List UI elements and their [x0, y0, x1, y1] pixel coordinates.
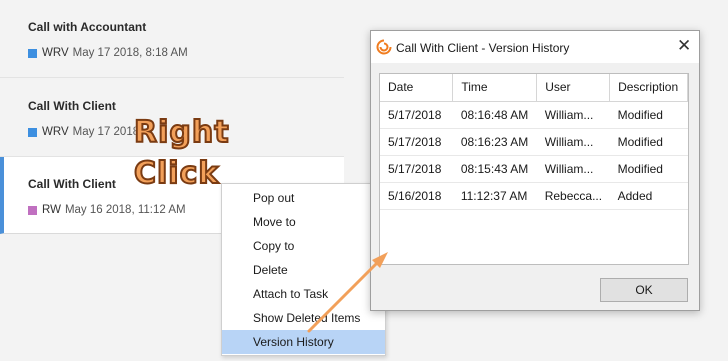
item-meta: WRV May 17 2018,: [28, 126, 142, 138]
cell-time: 11:12:37 AM: [452, 182, 537, 210]
item-title: Call with Accountant: [28, 20, 147, 34]
table-row[interactable]: 5/17/2018 08:15:43 AM William... Modifie…: [380, 155, 688, 183]
column-header-description[interactable]: Description: [609, 74, 688, 102]
item-meta: RW May 16 2018, 11:12 AM: [28, 204, 186, 216]
annotation-click: Click: [133, 155, 220, 192]
cell-description: Modified: [609, 155, 688, 183]
menu-item-copy-to[interactable]: Copy to: [222, 234, 385, 258]
menu-item-show-deleted-items[interactable]: Show Deleted Items: [222, 306, 385, 330]
item-date: May 17 2018,: [72, 126, 143, 138]
cell-description: Added: [609, 182, 688, 210]
cell-date: 5/17/2018: [380, 101, 453, 129]
column-header-user[interactable]: User: [536, 74, 611, 102]
ok-button[interactable]: OK: [600, 278, 688, 302]
item-initials: WRV: [42, 126, 69, 138]
menu-item-version-history[interactable]: Version History: [222, 330, 385, 354]
category-color-icon: [28, 48, 37, 58]
category-color-icon: [28, 127, 37, 137]
version-history-dialog: Call With Client - Version History ✕ Dat…: [370, 30, 700, 311]
table-row[interactable]: 5/17/2018 08:16:23 AM William... Modifie…: [380, 128, 688, 156]
item-initials: WRV: [42, 47, 69, 59]
item-date: May 16 2018, 11:12 AM: [64, 204, 186, 216]
category-color-icon: [28, 205, 37, 215]
close-icon[interactable]: ✕: [677, 36, 691, 56]
cell-date: 5/16/2018: [380, 182, 453, 210]
version-table: Date Time User Description 5/17/2018 08:…: [379, 73, 689, 265]
cell-user: Rebecca...: [536, 182, 610, 210]
cell-time: 08:16:48 AM: [452, 101, 537, 129]
menu-item-pop-out[interactable]: Pop out: [222, 186, 385, 210]
menu-item-delete[interactable]: Delete: [222, 258, 385, 282]
cell-user: William...: [536, 101, 610, 129]
item-date: May 17 2018, 8:18 AM: [72, 47, 188, 59]
cell-date: 5/17/2018: [380, 155, 453, 183]
annotation-right: Right: [133, 114, 230, 151]
cell-user: William...: [536, 155, 610, 183]
item-meta: WRV May 17 2018, 8:18 AM: [28, 47, 188, 59]
column-header-date[interactable]: Date: [380, 74, 454, 102]
column-header-time[interactable]: Time: [452, 74, 538, 102]
cell-description: Modified: [609, 101, 688, 129]
cell-user: William...: [536, 128, 610, 156]
sync-logo-icon: [376, 39, 392, 55]
context-menu: Pop out Move to Copy to Delete Attach to…: [221, 183, 386, 356]
list-item[interactable]: Call with Accountant WRV May 17 2018, 8:…: [0, 0, 344, 78]
item-title: Call With Client: [28, 177, 116, 191]
dialog-titlebar[interactable]: Call With Client - Version History ✕: [371, 31, 699, 63]
item-title: Call With Client: [28, 99, 116, 113]
cell-description: Modified: [609, 128, 688, 156]
table-row[interactable]: 5/16/2018 11:12:37 AM Rebecca... Added: [380, 182, 688, 210]
menu-item-attach-to-task[interactable]: Attach to Task: [222, 282, 385, 306]
dialog-title: Call With Client - Version History: [396, 41, 570, 55]
cell-date: 5/17/2018: [380, 128, 453, 156]
cell-time: 08:15:43 AM: [452, 155, 537, 183]
table-header-row: Date Time User Description: [380, 74, 688, 102]
table-row[interactable]: 5/17/2018 08:16:48 AM William... Modifie…: [380, 101, 688, 129]
item-initials: RW: [42, 204, 61, 216]
cell-time: 08:16:23 AM: [452, 128, 537, 156]
menu-item-move-to[interactable]: Move to: [222, 210, 385, 234]
